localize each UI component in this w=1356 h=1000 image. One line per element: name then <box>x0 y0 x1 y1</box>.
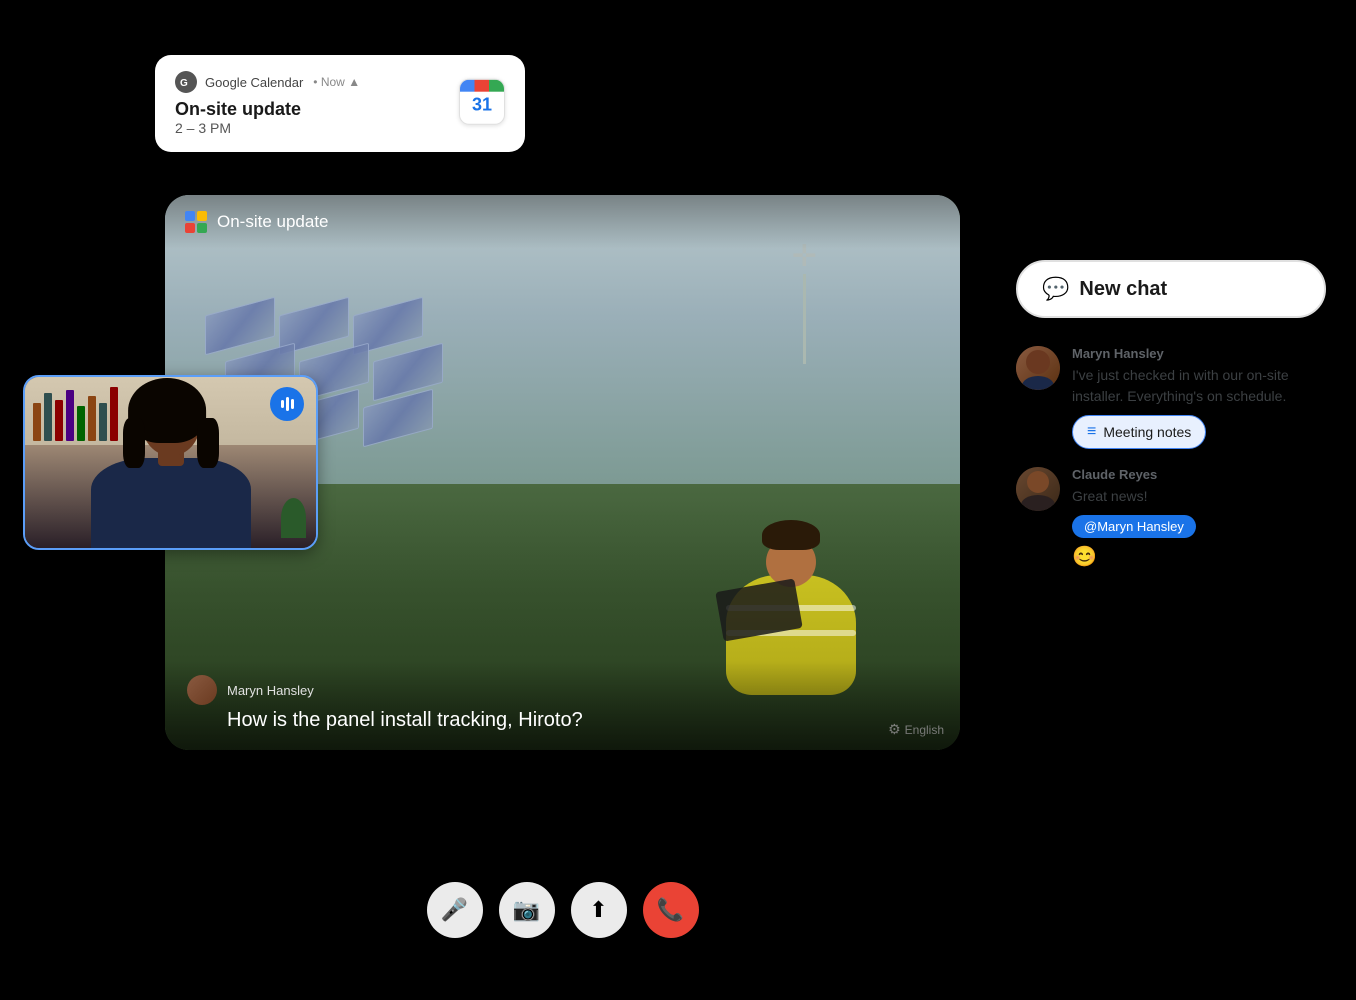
end-call-button[interactable]: 📞 <box>643 882 699 938</box>
google-meet-icon <box>185 211 207 233</box>
calendar-badge: 31 <box>459 78 505 124</box>
caption-text: How is the panel install tracking, Hirot… <box>227 709 938 732</box>
caption-bar: Maryn Hansley How is the panel install t… <box>165 661 960 750</box>
notification-header: G Google Calendar • Now ▲ <box>175 71 505 93</box>
notification-time: • Now ▲ <box>313 75 360 89</box>
caption-speaker-row: Maryn Hansley <box>187 675 938 705</box>
notes-icon: ≡ <box>1087 423 1096 441</box>
camera-button[interactable]: 📷 <box>499 882 555 938</box>
end-call-icon: 📞 <box>657 897 684 923</box>
meeting-notes-pill[interactable]: ≡ Meeting notes <box>1072 415 1206 449</box>
maryn-chat-text: I've just checked in with our on-site in… <box>1072 365 1326 407</box>
notification-title: On-site update <box>175 99 301 120</box>
chat-bubble-icon: 💬 <box>1042 276 1069 302</box>
self-view-person <box>61 403 281 548</box>
maryn-chat-content: Maryn Hansley I've just checked in with … <box>1072 346 1326 449</box>
meeting-notes-label: Meeting notes <box>1103 424 1191 440</box>
audio-bars <box>281 397 294 411</box>
new-chat-button[interactable]: 💬 New chat <box>1016 260 1326 318</box>
self-view <box>23 375 318 550</box>
present-icon: ⬆ <box>589 897 607 923</box>
meeting-title: On-site update <box>217 212 329 232</box>
caption-speaker-avatar <box>187 675 217 705</box>
microphone-button[interactable]: 🎤 <box>427 882 483 938</box>
claude-sender-name: Claude Reyes <box>1072 467 1326 482</box>
microphone-icon: 🎤 <box>441 897 468 923</box>
chat-message: Maryn Hansley I've just checked in with … <box>1016 346 1326 449</box>
google-calendar-icon: G <box>175 71 197 93</box>
audio-indicator <box>270 387 304 421</box>
claude-avatar <box>1016 467 1060 511</box>
maryn-avatar <box>1016 346 1060 390</box>
new-chat-label: New chat <box>1079 278 1167 301</box>
meet-logo: On-site update <box>185 211 329 233</box>
notification-time-range: 2 – 3 PM <box>175 120 301 136</box>
present-button[interactable]: ⬆ <box>571 882 627 938</box>
chat-message: Claude Reyes Great news! @Maryn Hansley … <box>1016 467 1326 569</box>
chat-messages: Maryn Hansley I've just checked in with … <box>1016 346 1326 587</box>
reaction-emoji: 😊 <box>1072 544 1326 569</box>
field-worker-figure <box>701 445 881 695</box>
mention-chip: @Maryn Hansley <box>1072 515 1196 538</box>
plant-decoration <box>281 498 306 538</box>
notification-card: G Google Calendar • Now ▲ On-site update… <box>155 55 525 152</box>
meet-topbar: On-site update <box>165 195 960 249</box>
chat-panel: 💬 New chat Maryn Hansley I've just check… <box>1016 260 1326 587</box>
controls-bar: 🎤 📷 ⬆ 📞 <box>165 882 960 938</box>
caption-speaker-name: Maryn Hansley <box>227 683 314 698</box>
maryn-sender-name: Maryn Hansley <box>1072 346 1326 361</box>
svg-text:G: G <box>180 78 188 89</box>
claude-chat-text: Great news! <box>1072 486 1326 507</box>
claude-chat-content: Claude Reyes Great news! @Maryn Hansley … <box>1072 467 1326 569</box>
wind-turbine-visual: ✛ <box>792 239 817 364</box>
notification-source: Google Calendar <box>205 75 303 90</box>
camera-icon: 📷 <box>513 897 540 923</box>
